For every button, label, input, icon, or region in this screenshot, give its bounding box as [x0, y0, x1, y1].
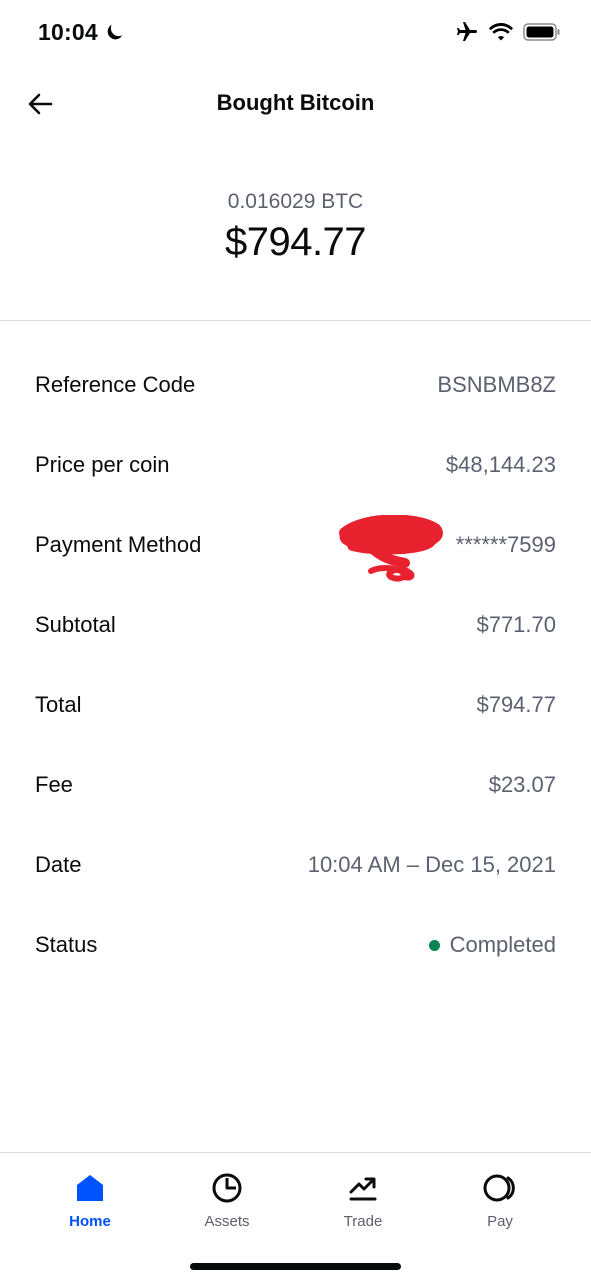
bottom-tab-bar: Home Assets Trade Pay [0, 1152, 591, 1280]
detail-value: ******7599 [455, 532, 556, 557]
divider [0, 320, 591, 321]
detail-value: $771.70 [476, 612, 556, 637]
wifi-icon [489, 23, 513, 41]
status-bar: 10:04 [0, 0, 591, 64]
transaction-details: Reference Code BSNBMB8Z Price per coin $… [0, 345, 591, 985]
trend-up-icon [349, 1177, 377, 1201]
detail-label: Payment Method [35, 532, 202, 557]
home-indicator [190, 1263, 401, 1270]
tab-assets[interactable]: Assets [182, 1171, 272, 1230]
detail-value: 10:04 AM – Dec 15, 2021 [307, 852, 556, 877]
detail-row-reference-code: Reference Code BSNBMB8Z [0, 345, 591, 425]
detail-row-payment-method: Payment Method ******7599 [0, 505, 591, 585]
tab-label: Pay [487, 1213, 513, 1230]
moon-icon [107, 24, 123, 40]
pay-icon [483, 1174, 515, 1202]
nav-header: Bought Bitcoin [0, 64, 591, 144]
tab-label: Home [69, 1213, 111, 1230]
battery-icon [523, 23, 560, 41]
home-icon [77, 1175, 103, 1201]
detail-label: Reference Code [35, 372, 196, 397]
airplane-icon [457, 22, 477, 41]
detail-label: Status [35, 932, 98, 957]
detail-row-fee: Fee $23.07 [0, 745, 591, 825]
detail-label: Date [35, 852, 82, 877]
detail-row-date: Date 10:04 AM – Dec 15, 2021 [0, 825, 591, 905]
status-time: 10:04 [38, 19, 98, 45]
status-icons [455, 20, 561, 44]
page-title: Bought Bitcoin [216, 90, 375, 115]
detail-label: Subtotal [35, 612, 116, 637]
tab-label: Trade [343, 1213, 383, 1230]
amount-summary: 0.016029 BTC $794.77 [0, 190, 591, 265]
tab-trade[interactable]: Trade [318, 1171, 408, 1230]
detail-row-total: Total $794.77 [0, 665, 591, 745]
pie-chart-icon [212, 1173, 242, 1203]
status-text: Completed [449, 932, 556, 957]
detail-value: $48,144.23 [445, 452, 556, 477]
fiat-amount: $794.77 [224, 220, 367, 264]
redaction-scribble [339, 515, 443, 582]
detail-row-price-per-coin: Price per coin $48,144.23 [0, 425, 591, 505]
detail-row-status: Status Completed [0, 905, 591, 985]
detail-value: $794.77 [476, 692, 556, 717]
tab-label: Assets [204, 1213, 250, 1230]
detail-value: $23.07 [488, 772, 556, 797]
detail-label: Total [35, 692, 82, 717]
detail-label: Fee [35, 772, 73, 797]
status-dot-icon [428, 939, 440, 951]
detail-value: BSNBMB8Z [437, 372, 556, 397]
tab-home[interactable]: Home [45, 1171, 135, 1230]
tab-pay[interactable]: Pay [455, 1171, 545, 1230]
detail-row-subtotal: Subtotal $771.70 [0, 585, 591, 665]
detail-label: Price per coin [35, 452, 170, 477]
crypto-amount: 0.016029 BTC [227, 190, 364, 213]
status-value: Completed [428, 932, 556, 958]
